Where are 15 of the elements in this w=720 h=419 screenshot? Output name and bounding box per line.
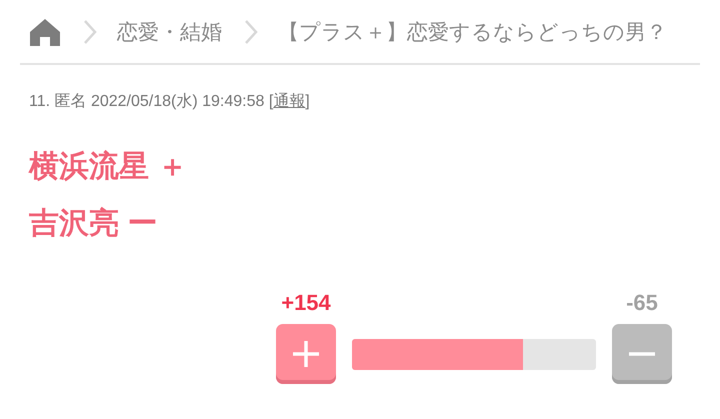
comment-text: 吉沢亮 ー (29, 206, 158, 242)
breadcrumb-link[interactable]: 【プラス＋】恋愛するならどっちの男？ (278, 18, 667, 46)
chevron-icon (83, 19, 97, 45)
home-icon[interactable] (29, 16, 61, 48)
comment-meta: 11. 匿名 2022/05/18(水) 19:49:58 [通報] (29, 92, 311, 112)
minus-button[interactable] (612, 324, 672, 384)
minus-icon (627, 352, 657, 356)
plus-button[interactable] (276, 324, 336, 384)
report-link[interactable]: 通報 (273, 93, 306, 110)
breadcrumb-link[interactable]: 恋愛・結婚 (117, 18, 222, 46)
comment-text: 横浜流星 ＋ (29, 149, 188, 185)
minus-count: -65 (626, 290, 658, 316)
plus-count: +154 (281, 290, 331, 316)
chevron-icon (244, 19, 258, 45)
plus-icon (291, 339, 321, 369)
